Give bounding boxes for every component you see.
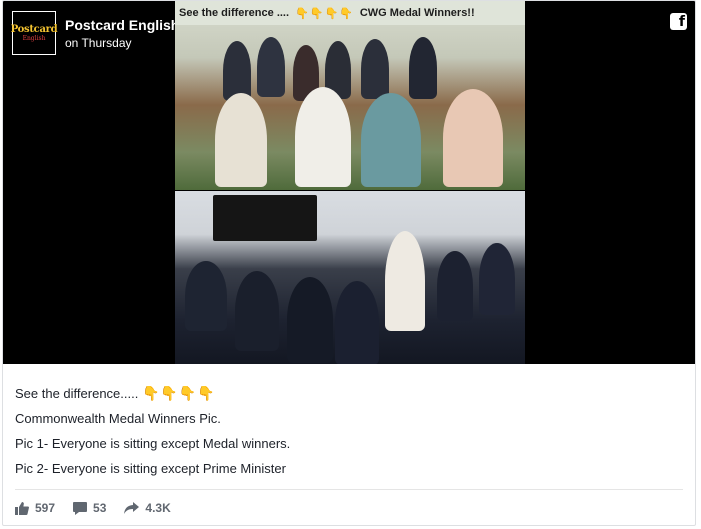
comments-count-label: 53 bbox=[93, 501, 107, 515]
likes-count-label: 597 bbox=[35, 501, 56, 515]
post-timestamp[interactable]: on Thursday bbox=[65, 36, 132, 50]
post-line-text: See the difference..... bbox=[15, 386, 139, 401]
engagement-bar: 597 53 4.3K bbox=[15, 501, 171, 515]
post-card: Postcard English Postcard English on Thu… bbox=[2, 0, 696, 526]
photo-prime-minister bbox=[175, 191, 525, 364]
composite-photo: See the difference .... 👇👇👇👇 CWG Medal W… bbox=[175, 1, 525, 364]
person-figure bbox=[235, 271, 279, 351]
person-figure bbox=[409, 37, 437, 99]
person-figure bbox=[295, 87, 351, 187]
post-message: See the difference..... 👇👇👇👇 Commonwealt… bbox=[15, 385, 685, 486]
share-arrow-icon bbox=[124, 502, 140, 514]
post-line: Commonwealth Medal Winners Pic. bbox=[15, 411, 221, 426]
person-figure bbox=[335, 281, 379, 364]
post-media[interactable]: Postcard English Postcard English on Thu… bbox=[3, 1, 695, 364]
post-line: See the difference..... 👇👇👇👇 bbox=[15, 385, 685, 402]
person-figure bbox=[385, 231, 425, 331]
person-figure bbox=[287, 277, 333, 363]
person-figure bbox=[479, 243, 515, 315]
avatar-logo-subtext: English bbox=[22, 34, 46, 42]
person-figure bbox=[361, 39, 389, 99]
facebook-icon[interactable]: f bbox=[670, 13, 687, 30]
image-caption: See the difference .... bbox=[179, 7, 290, 19]
comment-icon bbox=[73, 501, 88, 515]
image-caption-right: CWG Medal Winners!! bbox=[359, 7, 475, 19]
page-name-link[interactable]: Postcard English bbox=[65, 17, 179, 33]
shares-count-label: 4.3K bbox=[145, 501, 171, 515]
post-line: Pic 1- Everyone is sitting except Medal … bbox=[15, 436, 291, 451]
comments-count[interactable]: 53 bbox=[73, 501, 106, 515]
person-figure bbox=[215, 93, 267, 187]
post-line: Pic 2- Everyone is sitting except Prime … bbox=[15, 461, 286, 476]
shares-count[interactable]: 4.3K bbox=[124, 501, 171, 515]
likes-count[interactable]: 597 bbox=[15, 501, 55, 515]
person-figure bbox=[443, 89, 503, 187]
image-caption-strip: See the difference .... 👇👇👇👇 CWG Medal W… bbox=[175, 1, 525, 25]
person-figure bbox=[223, 41, 251, 101]
pointing-down-icon: 👇👇👇👇 bbox=[295, 7, 354, 20]
thumbs-up-icon bbox=[15, 501, 29, 515]
tv-screen bbox=[213, 195, 317, 241]
person-figure bbox=[437, 251, 473, 321]
page-avatar[interactable]: Postcard English bbox=[10, 11, 58, 55]
person-figure bbox=[257, 37, 285, 97]
divider bbox=[15, 489, 683, 490]
person-figure bbox=[185, 261, 227, 331]
person-figure bbox=[361, 93, 421, 187]
avatar-logo-text: Postcard bbox=[10, 23, 58, 35]
photo-medal-winners: See the difference .... 👇👇👇👇 CWG Medal W… bbox=[175, 1, 525, 190]
pointing-down-icon: 👇👇👇👇 bbox=[141, 385, 216, 401]
